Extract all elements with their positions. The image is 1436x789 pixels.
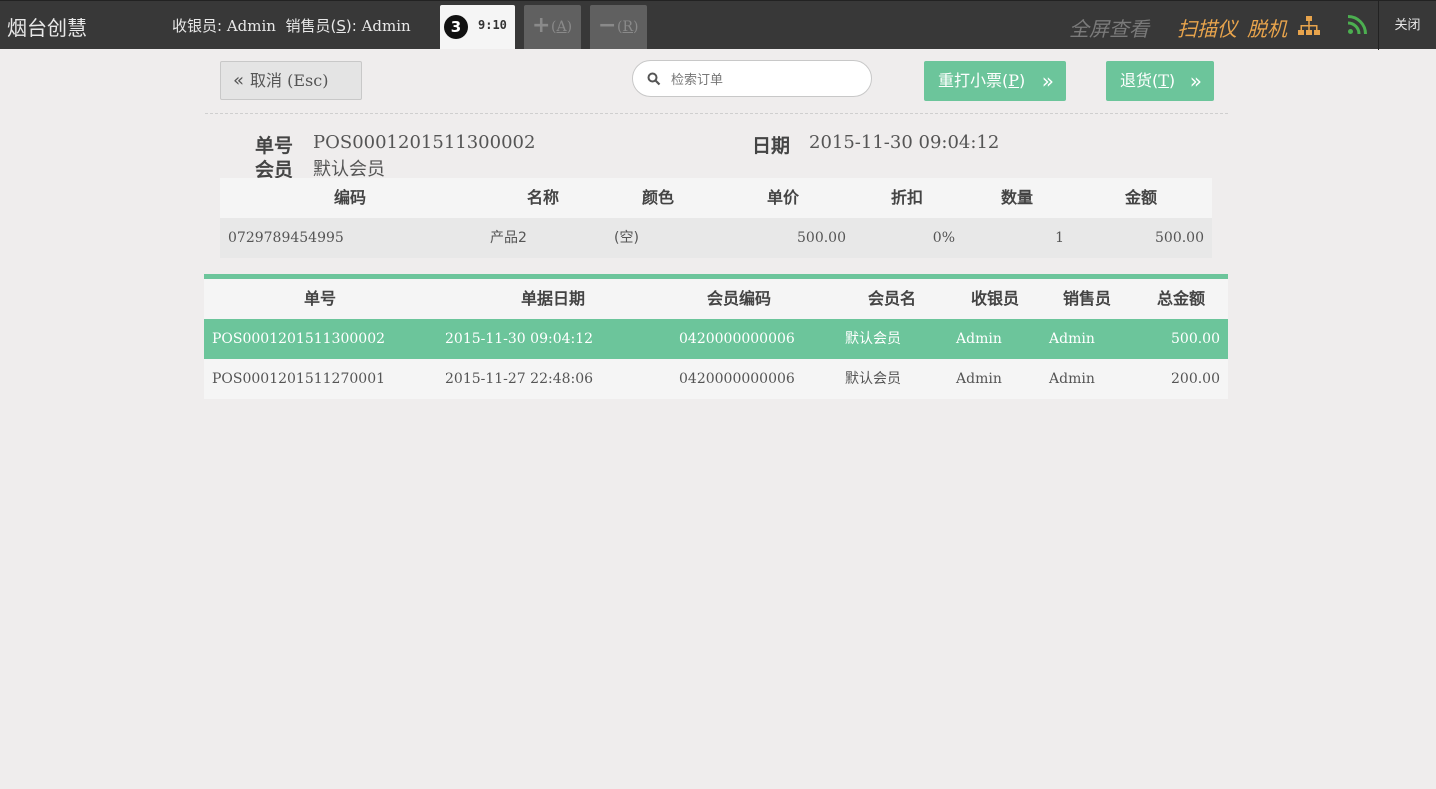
refund-label: 退货(T) bbox=[1120, 71, 1176, 90]
item-price: 500.00 bbox=[797, 230, 846, 246]
order-number-value: POS0001201511300002 bbox=[313, 132, 536, 153]
order-tab-time: 9:10 bbox=[478, 18, 507, 32]
table-row[interactable]: 0729789454995 产品2 (空) 500.00 0% 1 500.00 bbox=[220, 218, 1212, 258]
seller-name: Admin bbox=[1049, 371, 1095, 387]
top-bar: 烟台创慧 收银员: Admin 销售员(S): Admin 3 9:10 + (… bbox=[0, 0, 1436, 50]
member-code: 0420000000006 bbox=[679, 371, 795, 387]
column-header-amount: 金额 bbox=[1124, 188, 1157, 207]
cancel-button[interactable]: « 取消 (Esc) bbox=[220, 61, 362, 100]
divider bbox=[205, 113, 1228, 114]
search-icon bbox=[647, 72, 661, 86]
brand-title: 烟台创慧 bbox=[7, 16, 87, 40]
reprint-receipt-button[interactable]: 重打小票(P) » bbox=[924, 61, 1066, 101]
column-header-total: 总金额 bbox=[1156, 289, 1205, 308]
order-tab-active[interactable]: 3 9:10 bbox=[440, 5, 515, 49]
member-name: 默认会员 bbox=[845, 331, 901, 347]
item-amount: 500.00 bbox=[1155, 230, 1204, 246]
column-header-price: 单价 bbox=[766, 188, 799, 207]
order-search[interactable] bbox=[632, 60, 872, 97]
rss-icon[interactable] bbox=[1347, 15, 1367, 35]
item-name: 产品2 bbox=[490, 230, 527, 246]
order-number: POS0001201511300002 bbox=[212, 331, 386, 347]
table-row-selected[interactable]: POS0001201511300002 2015-11-30 09:04:12 … bbox=[204, 319, 1228, 359]
member-name: 默认会员 bbox=[845, 371, 901, 387]
column-header-member-code: 会员编码 bbox=[706, 289, 771, 308]
order-date-value: 2015-11-30 09:04:12 bbox=[809, 132, 1000, 153]
double-chevron-right-icon: » bbox=[1189, 69, 1202, 93]
item-quantity: 1 bbox=[1055, 230, 1064, 246]
item-color: (空) bbox=[614, 230, 639, 246]
order-date: 2015-11-30 09:04:12 bbox=[445, 331, 594, 347]
fullscreen-link[interactable]: 全屏查看 bbox=[1069, 13, 1149, 42]
cashier-label: 收银员: bbox=[172, 17, 223, 35]
order-date: 2015-11-27 22:48:06 bbox=[445, 371, 594, 387]
sitemap-icon[interactable] bbox=[1298, 16, 1320, 36]
order-count-badge: 3 bbox=[444, 15, 468, 39]
column-header-order-date: 单据日期 bbox=[520, 289, 585, 308]
column-header-member-name: 会员名 bbox=[867, 289, 916, 308]
cashier-name: Admin bbox=[956, 331, 1002, 347]
scanner-link[interactable]: 扫描仪 bbox=[1177, 13, 1237, 42]
add-tab-hotkey: (A) bbox=[551, 19, 573, 35]
reprint-label: 重打小票(P) bbox=[938, 71, 1026, 90]
item-code: 0729789454995 bbox=[228, 230, 344, 246]
order-total: 200.00 bbox=[1171, 371, 1220, 387]
seller-name: Admin bbox=[1049, 331, 1095, 347]
member-code: 0420000000006 bbox=[679, 331, 795, 347]
column-header-name: 名称 bbox=[526, 188, 559, 207]
remove-tab-hotkey: (R) bbox=[617, 19, 639, 35]
seller-label: 销售员(S): bbox=[285, 17, 357, 35]
offline-link[interactable]: 脱机 bbox=[1247, 13, 1287, 42]
cashier-info: 收银员: Admin 销售员(S): Admin bbox=[172, 15, 411, 36]
column-header-discount: 折扣 bbox=[890, 188, 923, 207]
remove-order-tab-button[interactable]: − (R) bbox=[590, 5, 647, 49]
search-input[interactable] bbox=[669, 69, 863, 91]
double-chevron-left-icon: « bbox=[233, 70, 245, 91]
cancel-label: 取消 bbox=[250, 71, 283, 90]
refund-button[interactable]: 退货(T) » bbox=[1106, 61, 1214, 101]
order-total: 500.00 bbox=[1171, 331, 1220, 347]
double-chevron-right-icon: » bbox=[1041, 69, 1054, 93]
minus-icon: − bbox=[598, 13, 617, 38]
order-number-label: 单号 bbox=[255, 135, 294, 157]
cashier-name: Admin bbox=[956, 371, 1002, 387]
close-button[interactable]: 关闭 bbox=[1378, 1, 1436, 50]
column-header-order-number: 单号 bbox=[303, 289, 336, 308]
column-header-cashier: 收银员 bbox=[970, 289, 1019, 308]
table-header-row: 单号 单据日期 会员编码 会员名 收银员 销售员 总金额 bbox=[204, 279, 1228, 319]
column-header-color: 颜色 bbox=[641, 188, 674, 207]
cashier-name: Admin bbox=[226, 17, 276, 35]
plus-icon: + bbox=[532, 13, 551, 38]
order-number: POS0001201511270001 bbox=[212, 371, 386, 387]
orders-table: 单号 单据日期 会员编码 会员名 收银员 销售员 总金额 POS00012015… bbox=[204, 274, 1228, 399]
seller-name[interactable]: Admin bbox=[362, 17, 411, 35]
order-date-label: 日期 bbox=[752, 135, 791, 157]
table-header-row: 编码 名称 颜色 单价 折扣 数量 金额 bbox=[220, 178, 1212, 218]
cancel-hotkey: (Esc) bbox=[287, 71, 329, 90]
item-discount: 0% bbox=[932, 230, 955, 246]
add-order-tab-button[interactable]: + (A) bbox=[524, 5, 581, 49]
column-header-quantity: 数量 bbox=[1000, 188, 1033, 207]
table-row[interactable]: POS0001201511270001 2015-11-27 22:48:06 … bbox=[204, 359, 1228, 399]
column-header-seller: 销售员 bbox=[1062, 289, 1111, 308]
order-items-table: 编码 名称 颜色 单价 折扣 数量 金额 0729789454995 产品2 (… bbox=[220, 178, 1212, 258]
column-header-code: 编码 bbox=[333, 188, 366, 207]
